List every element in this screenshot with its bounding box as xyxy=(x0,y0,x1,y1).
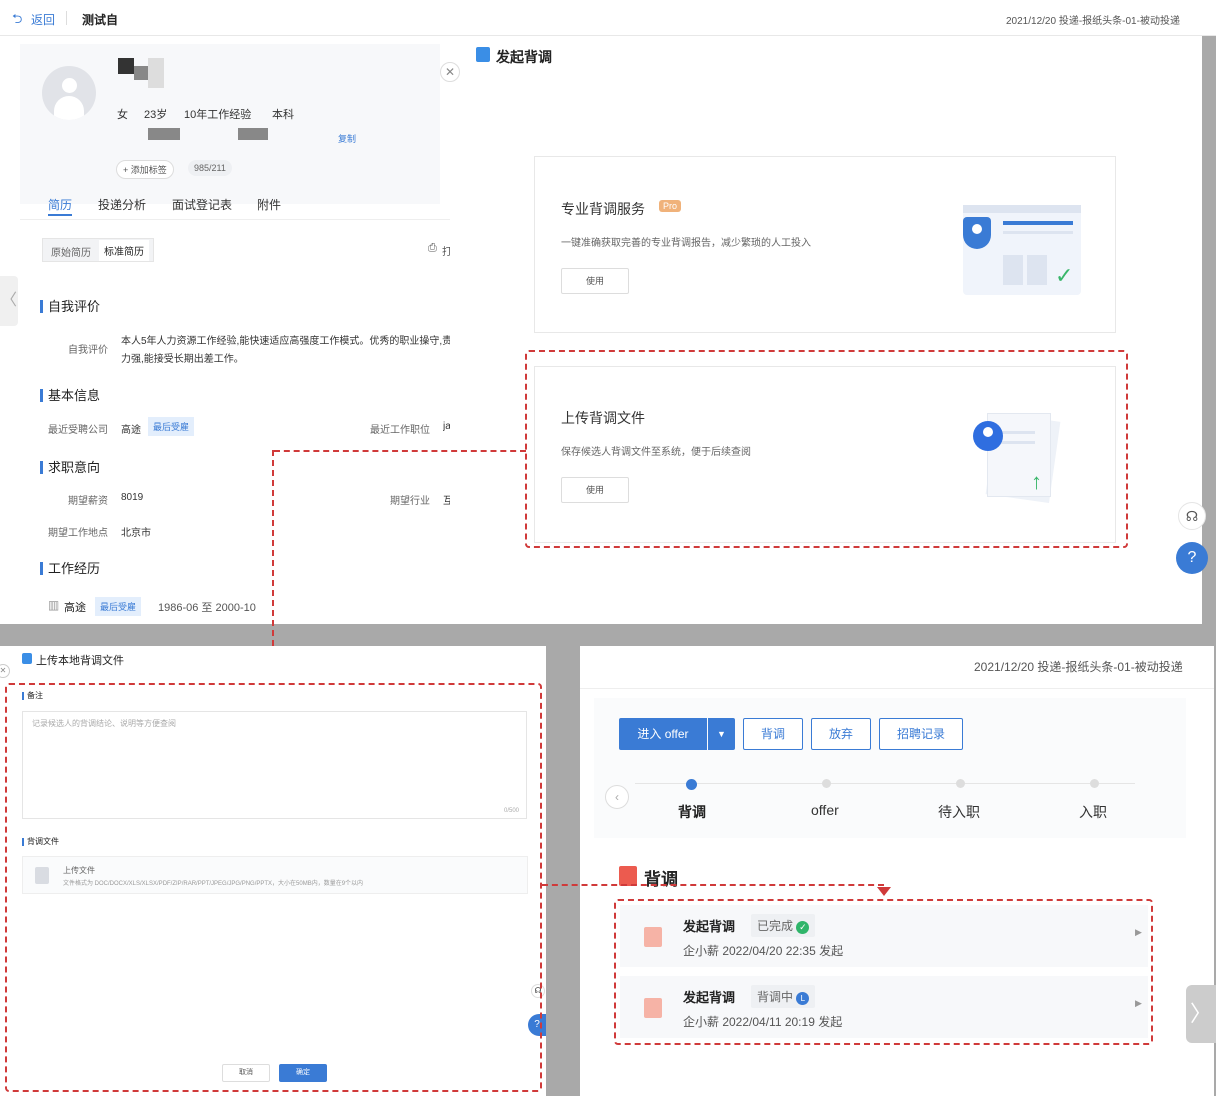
industry-label: 期望行业 xyxy=(390,496,430,507)
panel-title: 发起背调 xyxy=(496,49,552,65)
enter-offer-button[interactable]: 进入 offer xyxy=(619,718,707,750)
section-title: 背调 xyxy=(644,870,678,889)
upload-dialog: ✕ 上传本地背调文件 备注 记录候选人的背调结论、说明等方便查阅 0/500 背… xyxy=(0,646,546,1096)
phone-mosaic xyxy=(148,128,180,140)
self-eval-text-1: 本人5年人力资源工作经验,能快速适应高强度工作模式。优秀的职业操守,责 xyxy=(121,336,450,347)
pro-service-card: 专业背调服务 Pro 一键准确获取完善的专业背调报告，减少繁琐的人工投入 使用 … xyxy=(534,156,1116,333)
tab-delivery-analysis[interactable]: 投递分析 xyxy=(98,196,146,213)
print-label[interactable]: 打 xyxy=(442,243,450,258)
age: 23岁 xyxy=(144,109,168,121)
clipboard-icon xyxy=(619,866,637,886)
job-info: 2021/12/20 投递-报纸头条-01-被动投递 xyxy=(1006,16,1180,27)
connector-line xyxy=(542,884,884,886)
avatar xyxy=(42,66,96,120)
industry: 互 xyxy=(443,496,450,507)
education: 本科 xyxy=(272,109,294,121)
resume-panel: 女 23岁 10年工作经验 本科 复制 + 添加标签 985/211 ✕ 简历 … xyxy=(0,36,460,624)
report-illustration-icon: ✓ xyxy=(963,205,1081,295)
bg-check-button[interactable]: 背调 xyxy=(743,718,803,750)
job-info: 2021/12/20 投递-报纸头条-01-被动投递 xyxy=(974,660,1183,674)
experience: 10年工作经验 xyxy=(184,109,252,121)
pipeline-panel: 2021/12/20 投递-报纸头条-01-被动投递 进入 offer ▼ 背调… xyxy=(580,646,1214,1096)
candidate-name: 测试自 xyxy=(82,13,119,27)
pro-badge: Pro xyxy=(659,200,682,212)
bgcheck-panel: 发起背调 专业背调服务 Pro 一键准确获取完善的专业背调报告，减少繁琐的人工投… xyxy=(450,36,1202,624)
section-basic-info: 基本信息 xyxy=(40,389,100,402)
school-tag: 985/211 xyxy=(188,160,232,176)
highlight-records xyxy=(614,899,1153,1045)
step-offer[interactable]: offer xyxy=(811,802,839,818)
step-bg[interactable]: 背调 xyxy=(678,802,706,822)
building-icon: ▥ xyxy=(48,598,60,612)
recent-company: 高途 xyxy=(121,425,141,436)
name-mosaic xyxy=(134,66,148,80)
section-work-exp: 工作经历 xyxy=(40,562,100,575)
gender: 女 xyxy=(117,109,128,121)
divider xyxy=(66,11,67,25)
copy-link[interactable]: 复制 xyxy=(338,132,356,145)
highlight-upload xyxy=(525,350,1128,548)
top-bar: ⮌ 返回 测试自 2021/12/20 投递-报纸头条-01-被动投递 xyxy=(0,0,1216,36)
tab-attachments[interactable]: 附件 xyxy=(257,196,281,213)
work-period: 1986-06 至 2000-10 xyxy=(158,602,256,614)
abandon-button[interactable]: 放弃 xyxy=(811,718,871,750)
records-button[interactable]: 招聘记录 xyxy=(879,718,963,750)
clipboard-icon xyxy=(476,47,490,62)
toggle-original[interactable]: 原始简历 xyxy=(51,244,91,259)
last-employed-badge: 最后受雇 xyxy=(148,417,195,436)
self-eval-text-2: 力强,能接受长期出差工作。 xyxy=(121,354,244,365)
next-page-handle[interactable]: 〉 xyxy=(1186,985,1216,1043)
print-icon[interactable]: ⎙ xyxy=(428,242,437,255)
headset-icon[interactable]: ☊ xyxy=(1178,502,1206,530)
pro-use-button[interactable]: 使用 xyxy=(561,268,629,294)
connector-line xyxy=(272,450,274,676)
work-badge: 最后受雇 xyxy=(95,597,142,616)
name-mosaic xyxy=(118,58,134,74)
salary: 8019 xyxy=(121,492,144,503)
step-dot-bg xyxy=(686,779,697,790)
step-dot-pending xyxy=(956,779,965,788)
dialog-title: 上传本地背调文件 xyxy=(36,655,124,667)
expand-handle[interactable]: 〈 xyxy=(0,276,18,326)
city: 北京市 xyxy=(121,528,151,539)
tab-interview-form[interactable]: 面试登记表 xyxy=(172,196,232,213)
prev-step-button[interactable]: ‹ xyxy=(605,785,629,809)
tab-resume[interactable]: 简历 xyxy=(48,196,72,213)
step-dot-onboard xyxy=(1090,779,1099,788)
work-company: 高途 xyxy=(64,602,86,614)
recent-position: ja xyxy=(443,421,450,432)
self-eval-label: 自我评价 xyxy=(68,345,108,356)
step-pending[interactable]: 待入职 xyxy=(938,802,980,822)
back-icon[interactable]: ⮌ xyxy=(12,10,22,32)
pro-desc: 一键准确获取完善的专业背调报告，减少繁琐的人工投入 xyxy=(561,238,811,249)
connector-arrow xyxy=(877,887,891,896)
back-link[interactable]: 返回 xyxy=(31,11,55,28)
city-label: 期望工作地点 xyxy=(48,528,108,539)
help-icon[interactable]: ? xyxy=(1176,542,1208,574)
salary-label: 期望薪资 xyxy=(68,496,108,507)
section-job-intent: 求职意向 xyxy=(40,461,100,474)
pro-title: 专业背调服务 xyxy=(561,201,645,217)
step-dot-offer xyxy=(822,779,831,788)
clipboard-icon xyxy=(22,653,32,664)
highlight-dialog xyxy=(5,683,542,1092)
close-icon[interactable]: ✕ xyxy=(0,664,10,678)
recent-position-label: 最近工作职位 xyxy=(370,425,430,436)
recent-company-label: 最近受聘公司 xyxy=(48,425,108,436)
toggle-standard[interactable]: 标准简历 xyxy=(99,240,149,261)
close-icon[interactable]: ✕ xyxy=(440,62,460,82)
add-tag-button[interactable]: + 添加标签 xyxy=(116,160,174,179)
section-self-eval: 自我评价 xyxy=(40,300,100,313)
offer-dropdown[interactable]: ▼ xyxy=(708,718,735,750)
step-onboard[interactable]: 入职 xyxy=(1079,802,1107,822)
profile-card: 女 23岁 10年工作经验 本科 复制 + 添加标签 985/211 xyxy=(20,44,440,204)
connector-line xyxy=(274,450,526,452)
email-mosaic xyxy=(238,128,268,140)
